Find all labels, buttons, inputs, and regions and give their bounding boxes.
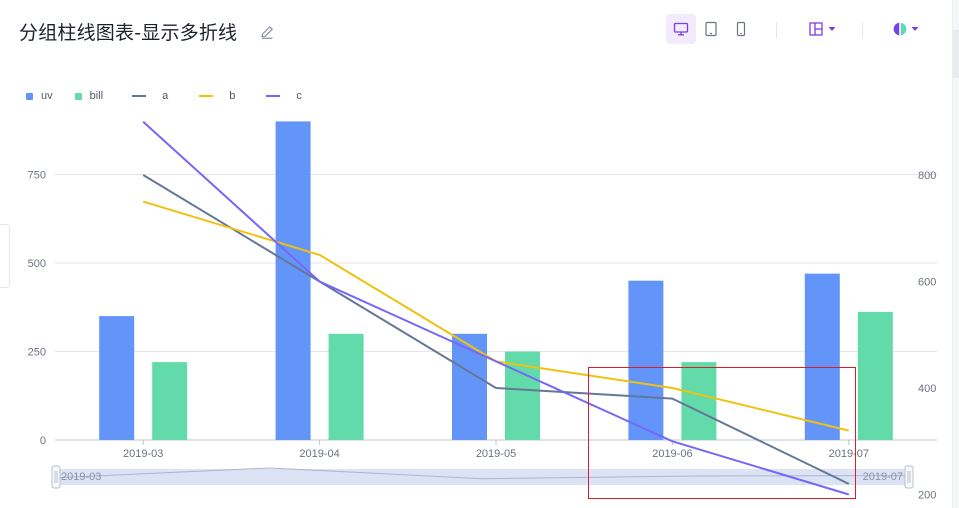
bar-uv (275, 121, 311, 441)
y2-tick-label: 600 (918, 277, 936, 289)
y-tick-label: 750 (28, 170, 46, 182)
x-tick-label: 2019-04 (299, 448, 339, 460)
x-tick-label: 2019-03 (123, 448, 163, 460)
y2-tick-label: 200 (918, 490, 936, 502)
zoom-start-label: 2019-03 (61, 471, 101, 483)
bar-uv (99, 316, 135, 440)
y2-tick-label: 800 (918, 170, 936, 182)
right-scroll-edge (952, 0, 959, 508)
zoom-handle-end (904, 465, 914, 489)
y-tick-label: 250 (28, 347, 46, 359)
bar-bill (857, 311, 893, 440)
highlight-box (588, 367, 856, 499)
zoom-handle-start (51, 465, 61, 489)
zoom-end-label: 2019-07 (863, 471, 903, 483)
x-tick-label: 2019-05 (476, 448, 516, 460)
bar-bill (152, 362, 188, 440)
bar-bill (328, 333, 364, 440)
y-tick-label: 0 (40, 435, 46, 447)
y2-tick-label: 400 (918, 383, 936, 395)
y-tick-label: 500 (28, 258, 46, 270)
